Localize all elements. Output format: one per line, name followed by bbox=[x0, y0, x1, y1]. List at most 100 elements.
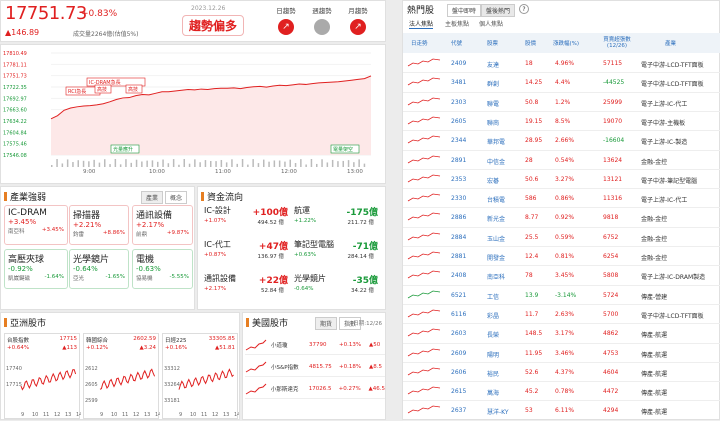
table-row[interactable]: 2881 開發金 12.4 0.81% 6254 金融-金控 bbox=[403, 246, 720, 267]
help-icon[interactable]: ? bbox=[519, 4, 529, 14]
row-code[interactable]: 2353 bbox=[451, 176, 466, 183]
row-name[interactable]: 彩晶 bbox=[487, 311, 499, 320]
row-name[interactable]: 裕民 bbox=[487, 369, 499, 378]
row-name[interactable]: 南亞科 bbox=[487, 272, 505, 281]
row-code[interactable]: 2615 bbox=[451, 388, 466, 395]
tab-intraday[interactable]: 盤中即時 bbox=[447, 4, 482, 17]
table-row[interactable]: 2884 玉山金 25.5 0.59% 6752 金融-金控 bbox=[403, 227, 720, 248]
row-name[interactable]: 聯電 bbox=[487, 99, 499, 108]
weekly-trend[interactable]: 週趨勢 bbox=[302, 5, 342, 35]
table-row[interactable]: 6116 彩晶 11.7 2.63% 5700 電子中游-LCD-TFT面板 bbox=[403, 304, 720, 325]
row-code[interactable]: 2609 bbox=[451, 350, 466, 357]
row-name[interactable]: 友達 bbox=[487, 60, 499, 69]
table-row[interactable]: 6521 工信 13.9 -3.14% 5724 傳產-營建 bbox=[403, 285, 720, 305]
row-code[interactable]: 2344 bbox=[451, 137, 466, 144]
sector-name: IC-DRAM bbox=[8, 208, 47, 218]
mini-x-tick: 10 bbox=[190, 412, 196, 418]
us-index-row[interactable]: 小道瓊 37790 +0.13% ▲50 bbox=[245, 335, 385, 355]
row-code[interactable]: 2881 bbox=[451, 253, 466, 260]
tab-afterhours[interactable]: 盤後熱門 bbox=[481, 4, 516, 17]
volume-bar bbox=[104, 159, 106, 167]
flow-item[interactable]: IC-代工 +47億 +0.87% 136.97 億 bbox=[204, 239, 288, 269]
table-row[interactable]: 2344 華邦電 28.95 2.66% -16604 電子上游-IC-製造 bbox=[403, 130, 720, 151]
row-code[interactable]: 2891 bbox=[451, 157, 466, 164]
row-code[interactable]: 2409 bbox=[451, 60, 466, 67]
table-row[interactable]: 2408 南亞科 78 3.45% 5808 電子上游-IC-DRAM製造 bbox=[403, 265, 720, 286]
us-markets-panel: 美國股市 期貨 指數 日期:12/26 小道瓊 37790 +0.13% ▲50 … bbox=[242, 312, 386, 420]
us-change: ▲8.5 bbox=[369, 363, 382, 370]
row-name[interactable]: 陽明 bbox=[487, 350, 499, 359]
table-row[interactable]: 2605 聯崗 19.15 8.5% 19070 電子中游-主機板 bbox=[403, 111, 720, 132]
table-row[interactable]: 2615 萬海 45.2 0.78% 4472 傳產-航運 bbox=[403, 381, 720, 402]
row-code[interactable]: 6521 bbox=[451, 292, 466, 299]
row-name[interactable]: 新光金 bbox=[487, 214, 505, 223]
volume-bar bbox=[294, 163, 297, 167]
flow-item[interactable]: IC-設計 +100億 +1.07% 494.52 億 bbox=[204, 205, 288, 235]
us-index-row[interactable]: 小S&P指數 4815.75 +0.18% ▲8.5 bbox=[245, 357, 385, 377]
tab-industry[interactable]: 產業 bbox=[141, 191, 164, 204]
row-code[interactable]: 6116 bbox=[451, 311, 466, 318]
row-name[interactable]: 台積電 bbox=[487, 195, 505, 204]
row-name[interactable]: 工信 bbox=[487, 292, 499, 301]
flow-item[interactable]: 航運 -175億 +1.22% 211.72 億 bbox=[294, 205, 378, 235]
row-name[interactable]: 萬海 bbox=[487, 388, 499, 397]
svg-text:高技: 高技 bbox=[128, 86, 138, 93]
row-name[interactable]: 宏碁 bbox=[487, 176, 499, 185]
subtab-main[interactable]: 主板焦點 bbox=[445, 19, 469, 28]
sector-card[interactable]: 掃描器 +2.21% 鈞雷 +8.86% bbox=[69, 205, 129, 245]
row-code[interactable]: 2637 bbox=[451, 407, 466, 414]
subtab-institution[interactable]: 法人焦點 bbox=[409, 19, 434, 29]
row-name[interactable]: 群創 bbox=[487, 79, 499, 88]
row-name[interactable]: 開發金 bbox=[487, 253, 505, 262]
us-index-row[interactable]: 小那斯達克 17026.5 +0.27% ▲46.5 bbox=[245, 379, 385, 399]
row-code[interactable]: 2886 bbox=[451, 214, 466, 221]
row-name[interactable]: 玉山金 bbox=[487, 234, 505, 243]
flow-item[interactable]: 筆記型電腦 -71億 +0.63% 284.14 億 bbox=[294, 239, 378, 269]
asia-market-card[interactable]: 台股指數 17715 +0.64% ▲113 17740 17715 9 10 11 12 1… bbox=[4, 333, 81, 419]
sector-card[interactable]: 高壓夾球 -0.92% 凱崴鍵磁 -1.64% bbox=[4, 249, 68, 289]
sector-card[interactable]: 通訊設備 +2.17% 前鼎 +9.87% bbox=[132, 205, 193, 245]
subtab-personal[interactable]: 個人焦點 bbox=[479, 19, 503, 28]
svg-text:高技: 高技 bbox=[97, 86, 107, 93]
flow-item[interactable]: 通訊設備 +22億 +2.17% 52.84 億 bbox=[204, 273, 288, 303]
table-row[interactable]: 2609 陽明 11.95 3.46% 4753 傳產-航運 bbox=[403, 343, 720, 363]
index-change: ▲146.89 bbox=[5, 28, 40, 37]
tab-futures[interactable]: 期貨 bbox=[315, 317, 338, 330]
row-name[interactable]: 聯崗 bbox=[487, 118, 499, 127]
row-code[interactable]: 2303 bbox=[451, 99, 466, 106]
row-code[interactable]: 2603 bbox=[451, 330, 466, 337]
row-name[interactable]: 慧洋-KY bbox=[487, 407, 509, 416]
table-row[interactable]: 2330 台積電 586 0.86% 11316 電子上游-IC-代工 bbox=[403, 188, 720, 209]
table-row[interactable]: 2353 宏碁 50.6 3.27% 13121 電子中游-筆記型電腦 bbox=[403, 169, 720, 190]
sector-card[interactable]: IC-DRAM +3.45% 南亞科 +3.45% bbox=[4, 205, 68, 245]
monthly-trend[interactable]: 月趨勢 ↗ bbox=[338, 5, 378, 35]
flow-item[interactable]: 光學鏡片 -35億 -0.64% 34.22 億 bbox=[294, 273, 378, 303]
row-code[interactable]: 3481 bbox=[451, 79, 466, 86]
asia-market-card[interactable]: 日經225 33305.85 +0.16% ▲51.81 33312 33264 33… bbox=[162, 333, 239, 419]
row-code[interactable]: 2606 bbox=[451, 369, 466, 376]
daily-trend[interactable]: 日趨勢 ↗ bbox=[266, 5, 306, 35]
row-name[interactable]: 中信金 bbox=[487, 157, 505, 166]
weekly-trend-label: 週趨勢 bbox=[312, 7, 332, 15]
sector-card[interactable]: 光學鏡片 -0.64% 亞光 -1.65% bbox=[69, 249, 129, 289]
sector-card[interactable]: 電機 -0.63% 協易機 -5.55% bbox=[132, 249, 193, 289]
table-row[interactable]: 2637 慧洋-KY 53 6.11% 4294 傳產-航運 bbox=[403, 400, 720, 421]
table-row[interactable]: 2891 中信金 28 0.54% 13624 金融-金控 bbox=[403, 150, 720, 170]
row-name[interactable]: 華邦電 bbox=[487, 137, 505, 146]
row-code[interactable]: 2408 bbox=[451, 272, 466, 279]
table-row[interactable]: 2409 友達 18 4.96% 57115 電子中游-LCD-TFT面板 bbox=[403, 53, 720, 74]
row-netbuy: -16604 bbox=[603, 137, 625, 145]
us-date: 日期:12/26 bbox=[353, 321, 382, 327]
row-code[interactable]: 2884 bbox=[451, 234, 466, 241]
table-row[interactable]: 3481 群創 14.25 4.4% -44525 電子中游-LCD-TFT面板 bbox=[403, 72, 720, 93]
tab-concept[interactable]: 概念 bbox=[165, 191, 188, 204]
index-price: 17751.73 bbox=[5, 3, 87, 24]
row-code[interactable]: 2605 bbox=[451, 118, 466, 125]
table-row[interactable]: 2303 聯電 50.8 1.2% 25999 電子上游-IC-代工 bbox=[403, 92, 720, 112]
table-row[interactable]: 2886 新光金 8.77 0.92% 9818 金融-金控 bbox=[403, 207, 720, 228]
row-code[interactable]: 2330 bbox=[451, 195, 466, 202]
row-name[interactable]: 長榮 bbox=[487, 330, 499, 339]
table-row[interactable]: 2603 長榮 148.5 3.17% 4862 傳產-航運 bbox=[403, 323, 720, 344]
table-row[interactable]: 2606 裕民 52.6 4.37% 4604 傳產-航運 bbox=[403, 362, 720, 383]
asia-market-card[interactable]: 韓國綜合 2602.59 +0.12% ▲3.24 2612 2605 2599 9 10… bbox=[83, 333, 160, 419]
